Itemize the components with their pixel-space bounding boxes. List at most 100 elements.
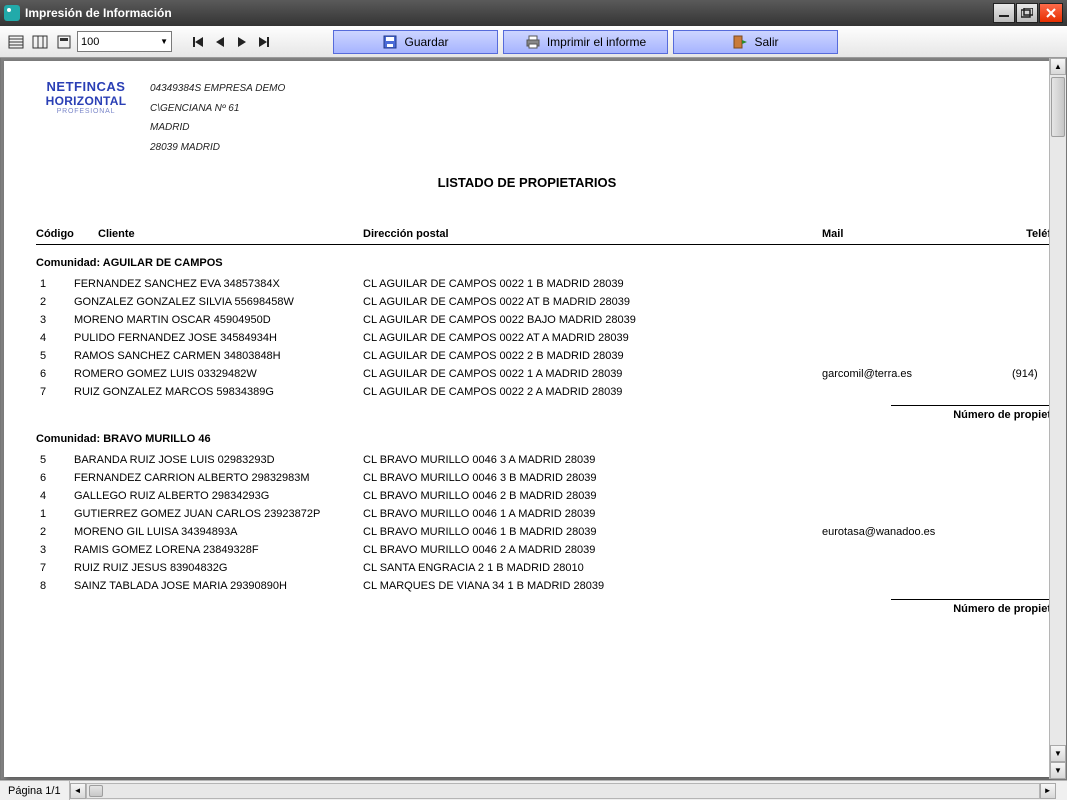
- table-row: 5BARANDA RUIZ JOSE LUIS 02983293DCL BRAV…: [36, 451, 1050, 469]
- cell-mail: [822, 490, 1012, 502]
- horizontal-scrollbar[interactable]: ◄ ►: [70, 781, 1056, 800]
- prev-page-button[interactable]: [210, 32, 230, 52]
- cell-address: CL BRAVO MURILLO 0046 2 B MADRID 28039: [363, 490, 822, 502]
- group-footer: Número de propiet: [36, 600, 1050, 615]
- scroll-down-icon[interactable]: ▼: [1050, 745, 1066, 762]
- cell-tel: [1012, 490, 1047, 502]
- cell-tel: [1012, 278, 1047, 290]
- cell-code: 4: [36, 490, 74, 502]
- col-address: Dirección postal: [363, 228, 822, 240]
- cell-tel: [1012, 314, 1047, 326]
- owners-table: Código Cliente Dirección postal Mail Tel…: [36, 228, 1050, 615]
- group-footer: Número de propiet: [36, 406, 1050, 421]
- cell-address: CL AGUILAR DE CAMPOS 0022 1 B MADRID 280…: [363, 278, 822, 290]
- cell-tel: [1012, 580, 1047, 592]
- cell-address: CL AGUILAR DE CAMPOS 0022 AT A MADRID 28…: [363, 332, 822, 344]
- report-title: LISTADO DE PROPIETARIOS: [4, 175, 1050, 190]
- zoom-select[interactable]: 100 ▼: [77, 31, 172, 52]
- view-columns-icon[interactable]: [29, 31, 51, 53]
- table-row: 2GONZALEZ GONZALEZ SILVIA 55698458WCL AG…: [36, 293, 1050, 311]
- col-code: Código: [36, 228, 98, 240]
- cell-code: 7: [36, 386, 74, 398]
- cell-client: SAINZ TABLADA JOSE MARIA 29390890H: [74, 580, 363, 592]
- minimize-button[interactable]: [993, 3, 1015, 23]
- cell-address: CL BRAVO MURILLO 0046 1 A MADRID 28039: [363, 508, 822, 520]
- scroll-track[interactable]: [1050, 75, 1066, 745]
- scroll-left-icon[interactable]: ◄: [70, 783, 86, 799]
- scroll-right-icon[interactable]: ►: [1040, 783, 1056, 799]
- last-page-button[interactable]: [254, 32, 274, 52]
- cell-client: MORENO MARTIN OSCAR 45904950D: [74, 314, 363, 326]
- cell-client: RAMOS SANCHEZ CARMEN 34803848H: [74, 350, 363, 362]
- cell-address: CL BRAVO MURILLO 0046 3 B MADRID 28039: [363, 472, 822, 484]
- cell-code: 4: [36, 332, 74, 344]
- table-row: 7RUIZ GONZALEZ MARCOS 59834389GCL AGUILA…: [36, 383, 1050, 401]
- cell-client: GALLEGO RUIZ ALBERTO 29834293G: [74, 490, 363, 502]
- cell-mail: [822, 332, 1012, 344]
- save-label: Guardar: [404, 35, 448, 49]
- logo-line1: NETFINCAS: [36, 79, 136, 94]
- view-page-icon[interactable]: [53, 31, 75, 53]
- table-row: 7RUIZ RUIZ JESUS 83904832GCL SANTA ENGRA…: [36, 559, 1050, 577]
- vertical-scrollbar[interactable]: ▲ ▼ ▼: [1049, 58, 1066, 779]
- hscroll-thumb[interactable]: [89, 785, 103, 797]
- cell-tel: [1012, 544, 1047, 556]
- scroll-thumb[interactable]: [1051, 77, 1065, 137]
- logo-line2: HORIZONTAL: [36, 94, 136, 108]
- cell-client: BARANDA RUIZ JOSE LUIS 02983293D: [74, 454, 363, 466]
- cell-code: 6: [36, 472, 74, 484]
- page-indicator: Página 1/1: [0, 781, 70, 800]
- print-button[interactable]: Imprimir el informe: [503, 30, 668, 54]
- cell-mail: [822, 508, 1012, 520]
- table-row: 5RAMOS SANCHEZ CARMEN 34803848HCL AGUILA…: [36, 347, 1050, 365]
- report-page: NETFINCAS HORIZONTAL PROFESIONAL 0434938…: [4, 61, 1050, 777]
- zoom-value: 100: [81, 36, 99, 48]
- cell-code: 8: [36, 580, 74, 592]
- cell-client: GONZALEZ GONZALEZ SILVIA 55698458W: [74, 296, 363, 308]
- report-viewport: NETFINCAS HORIZONTAL PROFESIONAL 0434938…: [0, 58, 1067, 780]
- cell-mail: [822, 562, 1012, 574]
- table-header: Código Cliente Dirección postal Mail Tel…: [36, 228, 1050, 245]
- cell-tel: [1012, 350, 1047, 362]
- next-page-button[interactable]: [232, 32, 252, 52]
- cell-client: RUIZ GONZALEZ MARCOS 59834389G: [74, 386, 363, 398]
- status-bar: Página 1/1 ◄ ►: [0, 780, 1067, 800]
- company-city: MADRID: [150, 118, 285, 138]
- table-row: 4PULIDO FERNANDEZ JOSE 34584934HCL AGUIL…: [36, 329, 1050, 347]
- cell-code: 2: [36, 526, 74, 538]
- exit-button[interactable]: Salir: [673, 30, 838, 54]
- cell-code: 1: [36, 508, 74, 520]
- table-row: 1GUTIERREZ GOMEZ JUAN CARLOS 23923872PCL…: [36, 505, 1050, 523]
- table-row: 6FERNANDEZ CARRION ALBERTO 29832983MCL B…: [36, 469, 1050, 487]
- cell-mail: [822, 454, 1012, 466]
- app-icon: [4, 5, 20, 21]
- cell-code: 5: [36, 350, 74, 362]
- cell-client: PULIDO FERNANDEZ JOSE 34584934H: [74, 332, 363, 344]
- col-client: Cliente: [98, 228, 363, 240]
- scroll-up-icon[interactable]: ▲: [1050, 58, 1066, 75]
- scroll-down-icon-2[interactable]: ▼: [1050, 762, 1066, 779]
- cell-address: CL AGUILAR DE CAMPOS 0022 BAJO MADRID 28…: [363, 314, 822, 326]
- cell-code: 3: [36, 314, 74, 326]
- maximize-button[interactable]: [1016, 3, 1038, 23]
- close-button[interactable]: [1039, 3, 1063, 23]
- cell-code: 1: [36, 278, 74, 290]
- table-row: 2MORENO GIL LUISA 34394893ACL BRAVO MURI…: [36, 523, 1050, 541]
- save-button[interactable]: Guardar: [333, 30, 498, 54]
- company-info: 04349384S EMPRESA DEMO C\GENCIANA Nº 61 …: [150, 79, 285, 157]
- logo-line3: PROFESIONAL: [36, 108, 136, 115]
- view-list-icon[interactable]: [5, 31, 27, 53]
- cell-mail: garcomil@terra.es: [822, 368, 1012, 380]
- cell-client: RUIZ RUIZ JESUS 83904832G: [74, 562, 363, 574]
- chevron-down-icon: ▼: [160, 37, 168, 46]
- cell-address: CL AGUILAR DE CAMPOS 0022 2 B MADRID 280…: [363, 350, 822, 362]
- first-page-button[interactable]: [188, 32, 208, 52]
- cell-address: CL SANTA ENGRACIA 2 1 B MADRID 28010: [363, 562, 822, 574]
- cell-code: 6: [36, 368, 74, 380]
- cell-address: CL AGUILAR DE CAMPOS 0022 2 A MADRID 280…: [363, 386, 822, 398]
- exit-label: Salir: [754, 35, 778, 49]
- cell-client: FERNANDEZ CARRION ALBERTO 29832983M: [74, 472, 363, 484]
- hscroll-track[interactable]: [86, 783, 1040, 799]
- cell-address: CL BRAVO MURILLO 0046 1 B MADRID 28039: [363, 526, 822, 538]
- col-tel: Teléf: [1002, 228, 1050, 240]
